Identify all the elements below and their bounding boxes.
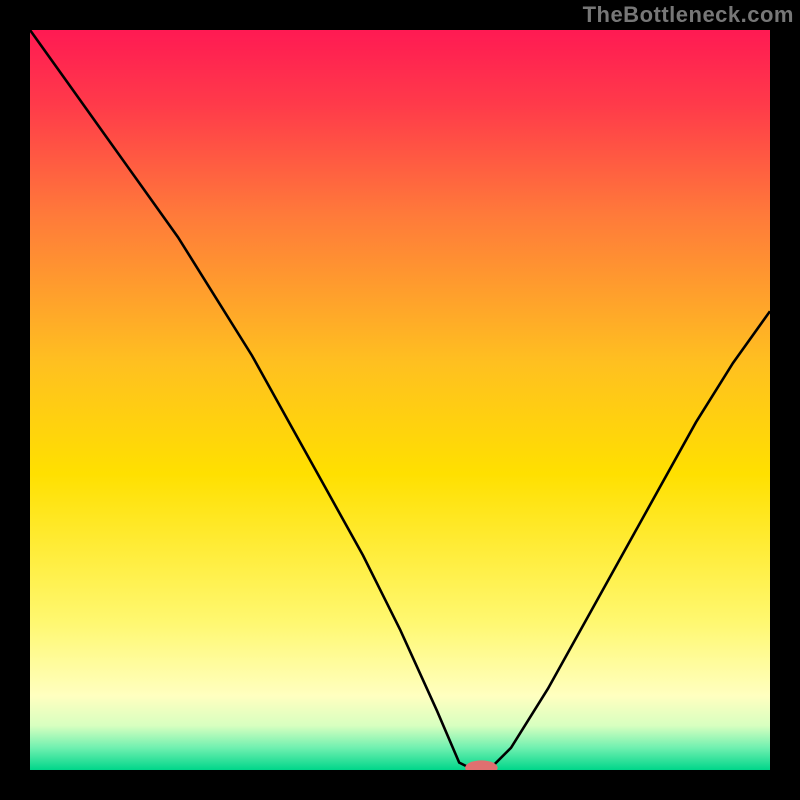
chart-container: TheBottleneck.com (0, 0, 800, 800)
bottleneck-chart (30, 30, 770, 770)
chart-background (30, 30, 770, 770)
attribution-text: TheBottleneck.com (583, 2, 794, 28)
